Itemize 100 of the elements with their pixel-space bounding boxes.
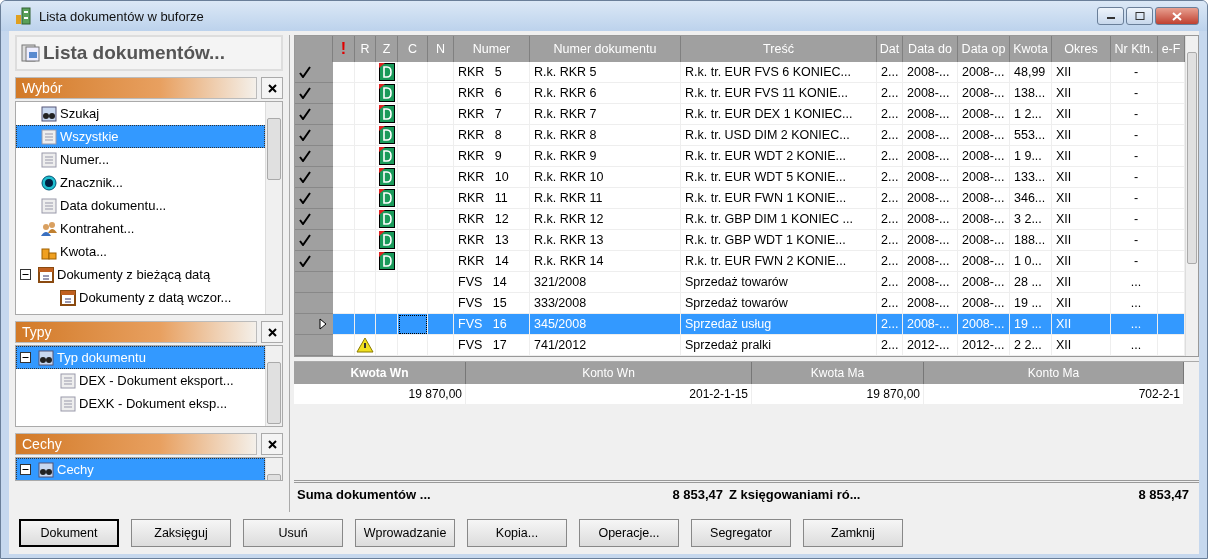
column-header[interactable]: !	[333, 36, 355, 62]
tree-item[interactable]: Typ dokumentu	[16, 346, 265, 369]
table-cell: XII	[1052, 209, 1111, 230]
table-cell: R.k. RKR 5	[530, 62, 681, 83]
collapse-icon[interactable]	[20, 269, 31, 280]
table-cell: 19 ...	[1010, 314, 1052, 335]
column-header[interactable]: Kwota	[1010, 36, 1052, 62]
row-indicator[interactable]	[295, 188, 333, 209]
row-indicator[interactable]	[295, 230, 333, 251]
column-header[interactable]: N	[428, 36, 454, 62]
table-cell: 2008-...	[958, 230, 1010, 251]
table-cell: 2008-...	[958, 125, 1010, 146]
table-cell: 1 9...	[1010, 146, 1052, 167]
table-cell: 2008-...	[903, 272, 958, 293]
tree-item[interactable]: Data dokumentu...	[16, 194, 265, 217]
table-cell: 1 0...	[1010, 251, 1052, 272]
column-header[interactable]: Okres	[1052, 36, 1111, 62]
tree-item[interactable]: DEXK - Dokument eksp...	[16, 392, 265, 415]
table-cell: 2008-...	[903, 230, 958, 251]
row-indicator[interactable]	[295, 251, 333, 272]
checkmark-icon	[299, 171, 311, 183]
action-button[interactable]: Segregator	[691, 519, 791, 547]
collapse-icon[interactable]	[20, 352, 31, 363]
tree-item[interactable]: DEX - Dokument eksport...	[16, 369, 265, 392]
table-cell: -	[1111, 230, 1158, 251]
row-indicator[interactable]	[295, 125, 333, 146]
column-header[interactable]: Data do	[903, 36, 958, 62]
checkmark-icon	[299, 192, 311, 204]
close-icon	[267, 327, 277, 337]
action-button[interactable]: Zaksięguj	[131, 519, 231, 547]
column-header[interactable]: Data op	[958, 36, 1010, 62]
column-header[interactable]: e-F	[1158, 36, 1185, 62]
tree-item[interactable]: Kwota...	[16, 240, 265, 263]
table-cell: R.k. RKR 13	[530, 230, 681, 251]
column-header[interactable]: Nr Kth.	[1111, 36, 1158, 62]
action-button[interactable]: Operacje...	[579, 519, 679, 547]
column-header[interactable]: Numer dokumentu	[530, 36, 681, 62]
close-button[interactable]	[1155, 7, 1199, 25]
column-header[interactable]: R	[355, 36, 376, 62]
binoculars-icon	[38, 349, 54, 366]
table-cell: R.k. tr. GBP DIM 1 KONIEC ...	[681, 209, 877, 230]
column-header[interactable]: Kwota Ma	[752, 362, 924, 384]
collapse-icon[interactable]	[20, 464, 31, 475]
row-indicator[interactable]	[295, 209, 333, 230]
action-button[interactable]: Zamknij	[803, 519, 903, 547]
table-cell: -	[1111, 83, 1158, 104]
action-button[interactable]: Dokument	[19, 519, 119, 547]
checkmark-icon	[299, 150, 311, 162]
table-cell: 28 ...	[1010, 272, 1052, 293]
maximize-button[interactable]	[1126, 7, 1153, 25]
tree-item[interactable]: Znacznik...	[16, 171, 265, 194]
tree-item[interactable]: Dokumenty z bieżącą datą	[16, 263, 265, 286]
table-cell: 48,99	[1010, 62, 1052, 83]
tree-item[interactable]: Numer...	[16, 148, 265, 171]
table-cell: XII	[1052, 146, 1111, 167]
scrollbar[interactable]	[265, 346, 282, 426]
action-button[interactable]: Kopia...	[467, 519, 567, 547]
table-cell	[333, 251, 355, 272]
close-icon	[1172, 11, 1182, 21]
column-header[interactable]: Z	[376, 36, 398, 62]
column-header[interactable]: Treść	[681, 36, 877, 62]
action-button[interactable]: Wprowadzanie	[355, 519, 455, 547]
table-cell	[333, 62, 355, 83]
row-indicator[interactable]	[295, 83, 333, 104]
tree-item[interactable]: Cechy	[16, 458, 265, 480]
row-indicator[interactable]	[295, 167, 333, 188]
table-cell: RKR 9	[454, 146, 530, 167]
row-indicator[interactable]	[295, 146, 333, 167]
column-header[interactable]: Dat	[877, 36, 903, 62]
table-cell: RKR 12	[454, 209, 530, 230]
close-section-button[interactable]	[261, 433, 283, 455]
column-header[interactable]: Numer	[454, 36, 530, 62]
row-indicator[interactable]	[295, 62, 333, 83]
tree-item[interactable]: Kontrahent...	[16, 217, 265, 240]
tree-item[interactable]: Wszystkie	[16, 125, 265, 148]
table-cell: XII	[1052, 125, 1111, 146]
close-section-button[interactable]	[261, 77, 283, 99]
table-cell: 2...	[877, 230, 903, 251]
action-button[interactable]: Usuń	[243, 519, 343, 547]
table-cell: 2...	[877, 104, 903, 125]
minimize-button[interactable]	[1097, 7, 1124, 25]
column-header[interactable]: Konto Wn	[466, 362, 752, 384]
table-cell: R.k. RKR 6	[530, 83, 681, 104]
close-section-button[interactable]	[261, 321, 283, 343]
row-indicator[interactable]	[295, 104, 333, 125]
tree-item[interactable]: Dokumenty z datą wczor...	[16, 286, 265, 309]
table-cell: 321/2008	[530, 272, 681, 293]
table-cell	[333, 167, 355, 188]
table-cell: 741/2012	[530, 335, 681, 356]
column-header[interactable]: Kwota Wn	[294, 362, 466, 384]
column-header[interactable]: Konto Ma	[924, 362, 1184, 384]
scrollbar[interactable]	[1185, 36, 1198, 356]
checkmark-icon	[299, 108, 311, 120]
table-cell	[333, 272, 355, 293]
column-header[interactable]: C	[398, 36, 428, 62]
summary-label: Z księgowaniami ró...	[729, 486, 862, 502]
scrollbar[interactable]	[265, 102, 282, 314]
tree-item[interactable]: Szukaj	[16, 102, 265, 125]
summary-total: 8 853,47	[671, 486, 723, 502]
table-cell: R.k. RKR 7	[530, 104, 681, 125]
